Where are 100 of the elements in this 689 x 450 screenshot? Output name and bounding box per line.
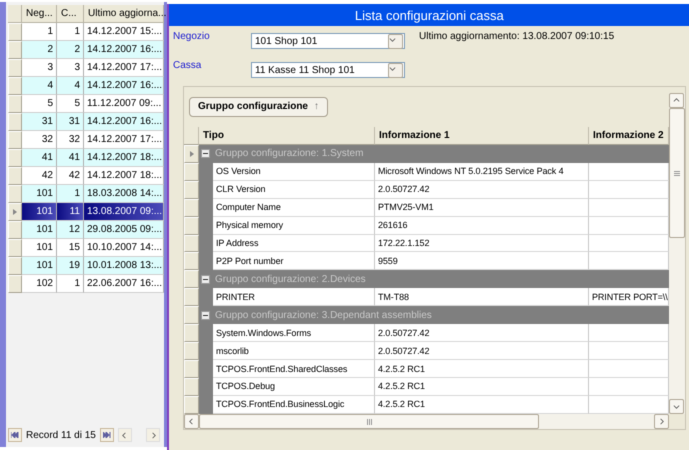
table-cell: 2.0.50727.42 bbox=[375, 324, 589, 342]
table-cell: 172.22.1.152 bbox=[375, 234, 589, 252]
column-header[interactable]: Tipo bbox=[199, 126, 375, 145]
scroll-thumb[interactable] bbox=[199, 414, 539, 429]
first-icon bbox=[11, 432, 19, 438]
table-cell: 31 bbox=[22, 113, 57, 131]
table-cell: System.Windows.Forms bbox=[213, 324, 375, 342]
table-cell: TCPOS.FrontEnd.BusinessLogic bbox=[213, 396, 375, 414]
table-cell: 101 bbox=[22, 185, 57, 203]
scroll-down-button[interactable] bbox=[668, 399, 684, 414]
table-cell: 12 bbox=[57, 221, 84, 239]
row-selector[interactable] bbox=[8, 41, 22, 59]
scroll-thumb[interactable] bbox=[668, 108, 685, 238]
row-selector[interactable] bbox=[8, 77, 22, 95]
scroll-right-button[interactable] bbox=[654, 414, 669, 429]
row-selector[interactable] bbox=[8, 275, 22, 293]
row-selector[interactable] bbox=[184, 198, 199, 217]
table-cell: 41 bbox=[22, 149, 57, 167]
table-cell: PTMV25-VM1 bbox=[375, 198, 589, 217]
chevron-down-icon bbox=[672, 403, 680, 410]
table-cell: 15 bbox=[57, 239, 84, 257]
column-header[interactable]: Informazione 1 bbox=[375, 126, 589, 145]
group-by-button[interactable]: Gruppo configurazione ↑ bbox=[189, 96, 328, 117]
table-cell: 10.01.2008 13:... bbox=[84, 257, 164, 275]
column-header[interactable]: Neg... bbox=[22, 5, 57, 23]
column-header[interactable]: C... bbox=[57, 5, 84, 23]
first-record-button[interactable] bbox=[8, 428, 22, 442]
collapse-icon[interactable] bbox=[201, 274, 210, 284]
table-cell: 3 bbox=[22, 59, 57, 77]
table-cell: 1 bbox=[22, 23, 57, 41]
collapse-icon[interactable] bbox=[201, 310, 210, 320]
dropdown-field[interactable]: 101 Shop 101 bbox=[251, 33, 405, 49]
table-cell: 41 bbox=[57, 149, 84, 167]
row-selector[interactable] bbox=[8, 257, 22, 275]
table-cell: 22.06.2007 16:... bbox=[84, 275, 164, 293]
row-selector[interactable] bbox=[184, 342, 199, 360]
group-title: Gruppo configurazione: 2.Devices bbox=[215, 274, 366, 285]
table-cell: 4.2.5.2 RC1 bbox=[375, 360, 589, 378]
table-cell: 29.08.2005 09:... bbox=[84, 221, 164, 239]
table-cell: 14.12.2007 17:... bbox=[84, 59, 164, 77]
table-cell: 1 bbox=[57, 23, 84, 41]
dropdown-button[interactable] bbox=[388, 34, 403, 48]
row-selector[interactable] bbox=[8, 59, 22, 77]
chevron-left-icon bbox=[188, 418, 195, 425]
table-cell: 18.03.2008 14:... bbox=[84, 185, 164, 203]
column-header[interactable]: Ultimo aggiorna... bbox=[84, 5, 164, 23]
last-record-button[interactable] bbox=[100, 428, 114, 442]
table-cell: 10.10.2007 14:... bbox=[84, 239, 164, 257]
row-selector[interactable] bbox=[184, 396, 199, 414]
row-selector[interactable] bbox=[184, 234, 199, 252]
table-cell: Microsoft Windows NT 5.0.2195 Service Pack 4 bbox=[375, 162, 589, 181]
table-cell: 2 bbox=[22, 41, 57, 59]
row-selector[interactable] bbox=[8, 131, 22, 149]
grip-icon bbox=[674, 170, 680, 176]
row-selector[interactable] bbox=[8, 221, 22, 239]
grip-icon bbox=[366, 418, 372, 424]
table-cell: 14.12.2007 18:... bbox=[84, 149, 164, 167]
dropdown-field[interactable]: 11 Kasse 11 Shop 101 bbox=[251, 62, 405, 78]
table-cell: 13.08.2007 09:... bbox=[84, 203, 164, 221]
row-selector[interactable] bbox=[8, 185, 22, 203]
chevron-down-icon bbox=[389, 64, 396, 72]
group-title: Gruppo configurazione: 3.Dependant assemblies bbox=[215, 310, 432, 321]
table-cell: 11.12.2007 09:... bbox=[84, 95, 164, 113]
table-cell: 42 bbox=[57, 167, 84, 185]
row-selector[interactable] bbox=[184, 180, 199, 199]
row-selector[interactable] bbox=[184, 378, 199, 396]
table-cell: 9559 bbox=[375, 252, 589, 270]
table-cell: TCPOS.FrontEnd.SharedClasses bbox=[213, 360, 375, 378]
row-selector[interactable] bbox=[184, 216, 199, 234]
column-header[interactable]: Informazione 2 bbox=[589, 126, 669, 145]
panel-title: Lista configurazioni cassa bbox=[169, 4, 689, 26]
table-cell: 3 bbox=[57, 59, 84, 77]
dropdown-button[interactable] bbox=[388, 62, 403, 78]
row-selector[interactable] bbox=[8, 23, 22, 41]
table-cell: 19 bbox=[57, 257, 84, 275]
table-cell: PRINTER PORT=\\ bbox=[589, 288, 669, 306]
header-corner bbox=[8, 5, 22, 23]
table-cell: 11 bbox=[57, 203, 84, 221]
table-cell: 2 bbox=[57, 41, 84, 59]
row-selector[interactable] bbox=[8, 95, 22, 113]
table-cell: 14.12.2007 16:... bbox=[84, 113, 164, 131]
collapse-icon[interactable] bbox=[201, 149, 210, 158]
table-cell: IP Address bbox=[213, 234, 375, 252]
table-cell: 2.0.50727.42 bbox=[375, 180, 589, 199]
row-selector[interactable] bbox=[8, 203, 22, 221]
field-label: Negozio bbox=[173, 31, 211, 42]
last-update-text: Ultimo aggiornamento: 13.08.2007 09:10:15 bbox=[419, 31, 614, 42]
row-selector[interactable] bbox=[8, 113, 22, 131]
table-cell: 31 bbox=[57, 113, 84, 131]
row-selector[interactable] bbox=[184, 360, 199, 378]
chevron-up-icon bbox=[672, 97, 680, 104]
table-cell: 101 bbox=[22, 257, 57, 275]
record-counter: Record 11 di 15 bbox=[26, 430, 96, 440]
scroll-up-button[interactable] bbox=[668, 93, 684, 108]
scroll-left-button[interactable] bbox=[184, 414, 199, 429]
row-selector[interactable] bbox=[8, 167, 22, 185]
chevron-right-icon bbox=[150, 432, 156, 438]
row-selector[interactable] bbox=[8, 149, 22, 167]
row-selector[interactable] bbox=[8, 239, 22, 257]
table-cell: TM-T88 bbox=[375, 288, 589, 306]
